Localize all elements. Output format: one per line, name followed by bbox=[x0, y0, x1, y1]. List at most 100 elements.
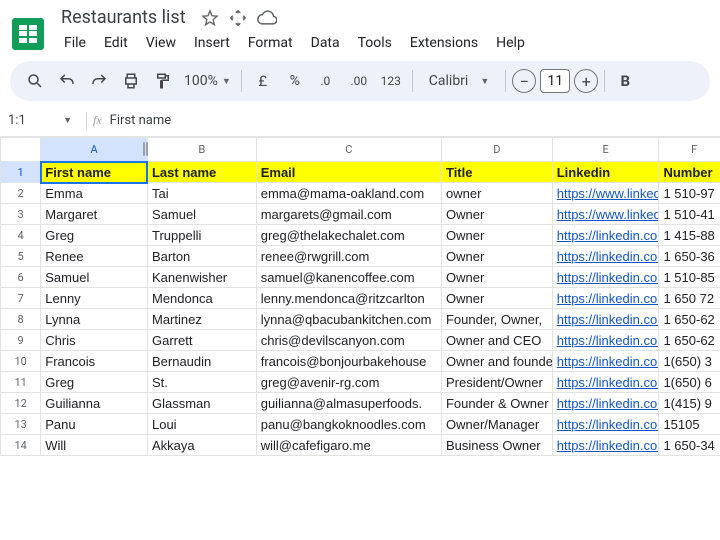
data-cell[interactable]: 1 650 72 bbox=[659, 288, 720, 309]
data-cell[interactable]: Owner bbox=[441, 225, 552, 246]
col-header-E[interactable]: E bbox=[552, 138, 659, 162]
row-header-5[interactable]: 5 bbox=[1, 246, 41, 267]
row-header-1[interactable]: 1 bbox=[1, 162, 41, 183]
data-cell[interactable]: lenny.mendonca@ritzcarlton bbox=[256, 288, 441, 309]
data-cell[interactable]: https://linkedin.com bbox=[552, 330, 659, 351]
row-header-14[interactable]: 14 bbox=[1, 435, 41, 456]
data-cell[interactable]: Francois bbox=[41, 351, 148, 372]
menu-tools[interactable]: Tools bbox=[350, 31, 400, 55]
data-cell[interactable]: https://linkedin.com bbox=[552, 393, 659, 414]
data-cell[interactable]: Barton bbox=[147, 246, 256, 267]
row-header-11[interactable]: 11 bbox=[1, 372, 41, 393]
data-cell[interactable]: Will bbox=[41, 435, 148, 456]
col-header-F[interactable]: F bbox=[659, 138, 720, 162]
data-cell[interactable]: Truppelli bbox=[147, 225, 256, 246]
row-header-13[interactable]: 13 bbox=[1, 414, 41, 435]
data-cell[interactable]: Founder & Owner bbox=[441, 393, 552, 414]
bold-button[interactable]: B bbox=[611, 66, 639, 96]
header-cell[interactable]: Linkedin bbox=[552, 162, 659, 183]
data-cell[interactable]: Panu bbox=[41, 414, 148, 435]
menu-file[interactable]: File bbox=[56, 31, 94, 55]
data-cell[interactable]: Renee bbox=[41, 246, 148, 267]
data-cell[interactable]: Samuel bbox=[147, 204, 256, 225]
percent-icon[interactable]: % bbox=[280, 66, 310, 96]
data-cell[interactable]: Greg bbox=[41, 372, 148, 393]
data-cell[interactable]: margarets@gmail.com bbox=[256, 204, 441, 225]
print-icon[interactable] bbox=[116, 66, 146, 96]
data-cell[interactable]: https://linkedin.com bbox=[552, 351, 659, 372]
header-cell[interactable]: Number bbox=[659, 162, 720, 183]
font-size-value[interactable]: 11 bbox=[540, 69, 570, 93]
data-cell[interactable]: chris@devilscanyon.com bbox=[256, 330, 441, 351]
menu-format[interactable]: Format bbox=[240, 31, 301, 55]
data-cell[interactable]: Kanenwisher bbox=[147, 267, 256, 288]
data-cell[interactable]: will@cafefigaro.me bbox=[256, 435, 441, 456]
row-header-4[interactable]: 4 bbox=[1, 225, 41, 246]
data-cell[interactable]: lynna@qbacubankitchen.com bbox=[256, 309, 441, 330]
data-cell[interactable]: 1 415-88 bbox=[659, 225, 720, 246]
data-cell[interactable]: Glassman bbox=[147, 393, 256, 414]
row-header-3[interactable]: 3 bbox=[1, 204, 41, 225]
row-header-2[interactable]: 2 bbox=[1, 183, 41, 204]
data-cell[interactable]: 1 510-85 bbox=[659, 267, 720, 288]
row-header-9[interactable]: 9 bbox=[1, 330, 41, 351]
data-cell[interactable]: Tai bbox=[147, 183, 256, 204]
data-cell[interactable]: Owner bbox=[441, 267, 552, 288]
data-cell[interactable]: https://linkedin.com bbox=[552, 267, 659, 288]
column-freeze-handle[interactable] bbox=[140, 138, 150, 160]
doc-title[interactable]: Restaurants list bbox=[56, 6, 191, 29]
data-cell[interactable]: emma@mama-oakland.com bbox=[256, 183, 441, 204]
data-cell[interactable]: https://linkedin.com bbox=[552, 435, 659, 456]
col-header-A[interactable]: A bbox=[41, 138, 148, 162]
data-cell[interactable]: Lenny bbox=[41, 288, 148, 309]
data-cell[interactable]: Guilianna bbox=[41, 393, 148, 414]
move-icon[interactable] bbox=[229, 9, 247, 27]
menu-edit[interactable]: Edit bbox=[96, 31, 136, 55]
menu-data[interactable]: Data bbox=[303, 31, 348, 55]
data-cell[interactable]: https://linkedin.com bbox=[552, 309, 659, 330]
data-cell[interactable]: 1 650-34 bbox=[659, 435, 720, 456]
data-cell[interactable]: Owner and founder bbox=[441, 351, 552, 372]
row-header-12[interactable]: 12 bbox=[1, 393, 41, 414]
data-cell[interactable]: owner bbox=[441, 183, 552, 204]
paint-format-icon[interactable] bbox=[148, 66, 178, 96]
data-cell[interactable]: 15105 bbox=[659, 414, 720, 435]
data-cell[interactable]: panu@bangkoknoodles.com bbox=[256, 414, 441, 435]
data-cell[interactable]: 1(650) 6 bbox=[659, 372, 720, 393]
undo-icon[interactable] bbox=[52, 66, 82, 96]
col-header-B[interactable]: B bbox=[147, 138, 256, 162]
decrease-decimal-icon[interactable]: .0 bbox=[312, 66, 342, 96]
font-size-increase[interactable]: + bbox=[574, 69, 598, 93]
font-family-select[interactable]: Calibri ▼ bbox=[419, 69, 499, 93]
data-cell[interactable]: renee@rwgrill.com bbox=[256, 246, 441, 267]
data-cell[interactable]: https://linkedin.com bbox=[552, 246, 659, 267]
data-cell[interactable]: Samuel bbox=[41, 267, 148, 288]
data-cell[interactable]: Founder, Owner, bbox=[441, 309, 552, 330]
sheets-logo[interactable] bbox=[12, 18, 44, 50]
data-cell[interactable]: Owner bbox=[441, 204, 552, 225]
formula-bar[interactable]: First name bbox=[110, 113, 171, 128]
header-cell[interactable]: Title bbox=[441, 162, 552, 183]
search-icon[interactable] bbox=[20, 66, 50, 96]
data-cell[interactable]: Owner bbox=[441, 246, 552, 267]
header-cell[interactable]: Last name bbox=[147, 162, 256, 183]
header-cell[interactable]: Email bbox=[256, 162, 441, 183]
menu-extensions[interactable]: Extensions bbox=[402, 31, 486, 55]
data-cell[interactable]: https://www.linkedin.com bbox=[552, 204, 659, 225]
menu-view[interactable]: View bbox=[138, 31, 184, 55]
data-cell[interactable]: Garrett bbox=[147, 330, 256, 351]
data-cell[interactable]: guilianna@almasuperfoods. bbox=[256, 393, 441, 414]
data-cell[interactable]: Owner and CEO bbox=[441, 330, 552, 351]
currency-pound-icon[interactable]: £ bbox=[248, 66, 278, 96]
data-cell[interactable]: Emma bbox=[41, 183, 148, 204]
font-size-decrease[interactable]: − bbox=[512, 69, 536, 93]
data-cell[interactable]: https://linkedin.com bbox=[552, 288, 659, 309]
cloud-status-icon[interactable] bbox=[257, 8, 277, 28]
data-cell[interactable]: 1 650-62 bbox=[659, 309, 720, 330]
col-header-C[interactable]: C bbox=[256, 138, 441, 162]
data-cell[interactable]: Martinez bbox=[147, 309, 256, 330]
data-cell[interactable]: greg@thelakechalet.com bbox=[256, 225, 441, 246]
data-cell[interactable]: Loui bbox=[147, 414, 256, 435]
data-cell[interactable]: Greg bbox=[41, 225, 148, 246]
data-cell[interactable]: 1(415) 9 bbox=[659, 393, 720, 414]
